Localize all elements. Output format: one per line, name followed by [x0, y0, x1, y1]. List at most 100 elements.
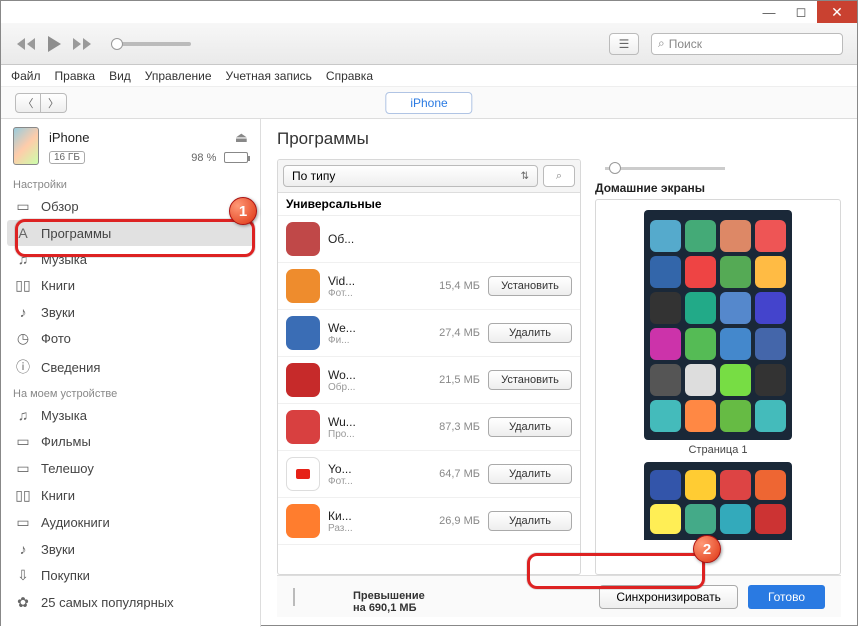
- window-maximize[interactable]: ◻: [785, 1, 817, 23]
- app-name: Об...: [328, 232, 424, 246]
- home-app-icon[interactable]: [755, 504, 786, 534]
- window-close[interactable]: ✕: [817, 1, 857, 23]
- home-app-icon[interactable]: [755, 220, 786, 252]
- menu-item[interactable]: Справка: [326, 69, 373, 83]
- menu-item[interactable]: Вид: [109, 69, 131, 83]
- home-app-icon[interactable]: [720, 364, 751, 396]
- home-app-icon[interactable]: [755, 328, 786, 360]
- sidebar-item[interactable]: ♫Музыка: [1, 402, 260, 428]
- app-action-button[interactable]: Удалить: [488, 511, 572, 531]
- sidebar-item[interactable]: ⓘСведения: [1, 352, 260, 382]
- menu-item[interactable]: Управление: [145, 69, 212, 83]
- sidebar-item[interactable]: ♫Музыка: [1, 246, 260, 272]
- home-screen-page1[interactable]: [644, 462, 792, 540]
- home-app-icon[interactable]: [720, 220, 751, 252]
- home-app-icon[interactable]: [720, 292, 751, 324]
- home-app-icon[interactable]: [720, 504, 751, 534]
- storage-overflow-label: Превышение на 690,1 МБ: [353, 590, 425, 614]
- app-action-button[interactable]: Удалить: [488, 464, 572, 484]
- home-app-icon[interactable]: [650, 328, 681, 360]
- sidebar-item-label: Телешоу: [41, 461, 94, 476]
- home-app-icon[interactable]: [720, 256, 751, 288]
- sidebar-item[interactable]: ✿25 самых популярных: [1, 589, 260, 616]
- home-app-icon[interactable]: [685, 256, 716, 288]
- sidebar-item[interactable]: ◷Фото: [1, 325, 260, 352]
- sidebar-item[interactable]: ♪Звуки: [1, 536, 260, 562]
- search-input[interactable]: ⌕ Поиск: [651, 33, 843, 55]
- zoom-slider[interactable]: [595, 159, 841, 177]
- home-app-icon[interactable]: [650, 470, 681, 500]
- menu-item[interactable]: Учетная запись: [226, 69, 312, 83]
- home-app-icon[interactable]: [650, 256, 681, 288]
- sidebar-item[interactable]: ▭Обзор: [1, 193, 260, 220]
- sidebar-item[interactable]: ▭Аудиокниги: [1, 509, 260, 536]
- app-action-button[interactable]: Установить: [488, 370, 572, 390]
- home-app-icon[interactable]: [685, 470, 716, 500]
- home-app-icon[interactable]: [755, 470, 786, 500]
- next-track-button[interactable]: [71, 36, 93, 52]
- sidebar-item[interactable]: ♪Звуки: [1, 299, 260, 325]
- sidebar-item[interactable]: ▯▯Книги: [1, 482, 260, 509]
- home-app-icon[interactable]: [650, 364, 681, 396]
- app-row: Wo...Обр...21,5 МБУстановить: [278, 357, 580, 404]
- home-screen-main[interactable]: [644, 210, 792, 440]
- sidebar-section-settings: Настройки: [1, 173, 260, 193]
- app-icon: [286, 363, 320, 397]
- home-app-icon[interactable]: [650, 400, 681, 432]
- home-app-icon[interactable]: [650, 504, 681, 534]
- app-icon: [286, 222, 320, 256]
- list-view-button[interactable]: ☰: [609, 33, 639, 55]
- home-app-icon[interactable]: [685, 400, 716, 432]
- eject-button[interactable]: ⏏: [235, 129, 248, 146]
- play-button[interactable]: [45, 34, 63, 54]
- home-app-icon[interactable]: [720, 400, 751, 432]
- app-action-button[interactable]: Удалить: [488, 323, 572, 343]
- sidebar-item-icon: ▯▯: [15, 277, 31, 294]
- home-app-icon[interactable]: [650, 220, 681, 252]
- sidebar-item-label: Обзор: [41, 199, 79, 214]
- app-action-button[interactable]: Удалить: [488, 417, 572, 437]
- home-app-icon[interactable]: [720, 470, 751, 500]
- home-app-icon[interactable]: [685, 364, 716, 396]
- menu-item[interactable]: Файл: [11, 69, 41, 83]
- sync-button[interactable]: Синхронизировать: [599, 585, 738, 609]
- device-thumbnail-icon: [13, 127, 39, 165]
- window-minimize[interactable]: —: [753, 1, 785, 23]
- home-app-icon[interactable]: [685, 328, 716, 360]
- sidebar-item[interactable]: ⇩Покупки: [1, 562, 260, 589]
- nav-back-button[interactable]: 〈: [15, 93, 41, 113]
- page-1-label: Страница 1: [688, 444, 747, 456]
- app-action-button[interactable]: Установить: [488, 276, 572, 296]
- prev-track-button[interactable]: [15, 36, 37, 52]
- home-app-icon[interactable]: [685, 292, 716, 324]
- home-app-icon[interactable]: [685, 504, 716, 534]
- device-name: iPhone: [49, 130, 89, 145]
- sidebar-item[interactable]: ▭Фильмы: [1, 428, 260, 455]
- app-size: 26,9 МБ: [432, 515, 480, 527]
- home-app-icon[interactable]: [720, 328, 751, 360]
- home-app-icon[interactable]: [685, 220, 716, 252]
- app-icon: [286, 269, 320, 303]
- sidebar-item-label: Сведения: [41, 360, 100, 375]
- home-app-icon[interactable]: [755, 400, 786, 432]
- nav-forward-button[interactable]: 〉: [41, 93, 67, 113]
- menu-item[interactable]: Правка: [55, 69, 96, 83]
- sidebar-item[interactable]: ▯▯Книги: [1, 272, 260, 299]
- device-storage-badge: 16 ГБ: [49, 151, 85, 164]
- sidebar-item[interactable]: ▭Телешоу: [1, 455, 260, 482]
- sidebar-item-icon: ♪: [15, 304, 31, 320]
- device-tab-iphone[interactable]: iPhone: [385, 92, 472, 114]
- home-app-icon[interactable]: [755, 364, 786, 396]
- home-app-icon[interactable]: [755, 256, 786, 288]
- sort-select[interactable]: По типу ⇅: [283, 165, 538, 187]
- volume-slider[interactable]: [111, 42, 191, 46]
- done-button[interactable]: Готово: [748, 585, 825, 609]
- home-app-icon[interactable]: [650, 292, 681, 324]
- app-meta: Фот...: [328, 288, 424, 299]
- home-app-icon[interactable]: [755, 292, 786, 324]
- apps-list[interactable]: Об...Vid...Фот...15,4 МБУстановитьWe...Ф…: [278, 216, 580, 574]
- apps-search-input[interactable]: ⌕: [543, 165, 575, 187]
- app-meta: Фи...: [328, 335, 424, 346]
- sidebar-item-label: Фото: [41, 331, 71, 346]
- sidebar-item[interactable]: AПрограммы: [7, 220, 254, 246]
